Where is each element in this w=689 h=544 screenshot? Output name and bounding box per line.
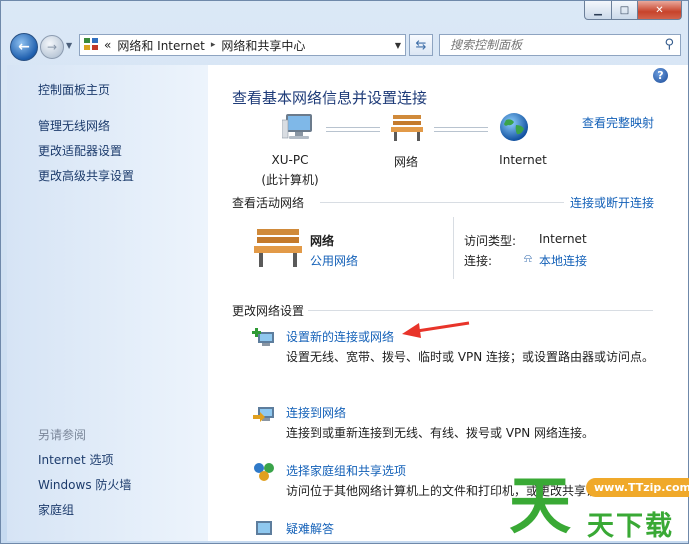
breadcrumb-separator[interactable]: ▸ <box>211 40 216 50</box>
maximize-button[interactable]: □ <box>612 1 638 20</box>
task-new-connection-link[interactable]: 设置新的连接或网络 <box>286 328 394 345</box>
change-settings-rule <box>308 310 653 311</box>
bench-network-large-icon <box>254 229 302 267</box>
network-type-link[interactable]: 公用网络 <box>310 252 358 269</box>
see-also-internet-options[interactable]: Internet 选项 <box>38 451 113 468</box>
troubleshoot-icon <box>256 521 272 535</box>
left-pane: 控制面板主页 管理无线网络 更改适配器设置 更改高级共享设置 另请参阅 Inte… <box>7 65 208 541</box>
see-also-homegroup[interactable]: 家庭组 <box>38 501 74 518</box>
main-pane: ? 查看基本网络信息并设置连接 查看完整映射 XU-PC (此计算机) 网络 I… <box>208 65 688 541</box>
active-network-name: 网络 <box>310 234 335 248</box>
navigation-bar: ← → ▼ « 网络和 Internet ▸ 网络和共享中心 ▼ ⇆ ⚲ <box>1 31 688 63</box>
control-panel-icon <box>84 38 100 52</box>
page-title: 查看基本网络信息并设置连接 <box>232 89 428 107</box>
connections-label: 连接: <box>464 254 493 268</box>
watermark-logo: 天 <box>509 469 572 542</box>
breadcrumb-overflow[interactable]: « <box>104 38 111 52</box>
computer-icon <box>282 114 312 139</box>
internet-globe-icon <box>500 113 528 141</box>
caption-buttons: ▁ □ ✕ <box>584 1 682 20</box>
minimize-button[interactable]: ▁ <box>584 1 612 20</box>
search-icon[interactable]: ⚲ <box>664 37 674 52</box>
bench-network-icon <box>391 115 423 141</box>
task-homegroup-link[interactable]: 选择家庭组和共享选项 <box>286 462 406 479</box>
search-input[interactable] <box>448 37 652 53</box>
connection-line-1 <box>326 127 380 132</box>
window: ▁ □ ✕ ← → ▼ « 网络和 Internet ▸ 网络和共享中心 ▼ ⇆… <box>0 0 689 544</box>
network-node-label: 网络 <box>393 155 418 169</box>
active-networks-header: 查看活动网络 <box>232 196 305 210</box>
watermark-brand: 天下载 <box>587 511 674 542</box>
sidebar-item-manage-wireless[interactable]: 管理无线网络 <box>38 117 110 134</box>
task-troubleshoot-link[interactable]: 疑难解答 <box>286 520 334 537</box>
computer-sub-label: (此计算机) <box>261 173 319 187</box>
connect-network-icon <box>253 407 274 422</box>
watermark-url: www.TTzip.com <box>586 478 689 497</box>
task-new-connection-desc: 设置无线、宽带、拨号、临时或 VPN 连接；或设置路由器或访问点。 <box>286 350 655 364</box>
help-icon[interactable]: ? <box>653 68 668 83</box>
search-box[interactable]: ⚲ <box>439 34 681 56</box>
internet-node-label: Internet <box>499 153 547 167</box>
breadcrumb-network-sharing-center[interactable]: 网络和共享中心 <box>221 37 305 54</box>
sidebar-item-adapter-settings[interactable]: 更改适配器设置 <box>38 142 122 159</box>
change-settings-header: 更改网络设置 <box>232 304 305 318</box>
active-networks-rule <box>320 202 564 203</box>
breadcrumb-network-internet[interactable]: 网络和 Internet <box>117 37 204 54</box>
recent-pages-dropdown-icon[interactable]: ▼ <box>66 41 72 50</box>
address-bar[interactable]: « 网络和 Internet ▸ 网络和共享中心 ▼ <box>79 34 406 56</box>
full-map-link[interactable]: 查看完整映射 <box>582 114 654 131</box>
address-dropdown-icon[interactable]: ▼ <box>395 41 401 50</box>
local-connection-link[interactable]: 本地连接 <box>539 252 587 269</box>
new-connection-icon <box>252 328 274 346</box>
task-connect-network-desc: 连接到或重新连接到无线、有线、拨号或 VPN 网络连接。 <box>286 426 595 440</box>
local-connection-icon: ⍾ <box>524 251 532 265</box>
annotation-arrow <box>402 321 470 338</box>
access-type-label: 访问类型: <box>464 234 517 248</box>
access-type-value: Internet <box>539 232 587 246</box>
refresh-button[interactable]: ⇆ <box>409 34 433 56</box>
homegroup-icon <box>254 463 274 481</box>
back-button[interactable]: ← <box>10 33 38 61</box>
connect-disconnect-link[interactable]: 连接或断开连接 <box>570 194 654 211</box>
computer-name-label: XU-PC <box>271 153 309 167</box>
control-panel-home-link[interactable]: 控制面板主页 <box>38 81 110 98</box>
see-also-windows-firewall[interactable]: Windows 防火墙 <box>38 476 131 493</box>
sidebar-item-advanced-sharing[interactable]: 更改高级共享设置 <box>38 167 134 184</box>
connection-line-2 <box>434 127 488 132</box>
active-network-divider <box>453 217 454 279</box>
close-button[interactable]: ✕ <box>638 1 682 20</box>
forward-button[interactable]: → <box>40 35 64 59</box>
see-also-header: 另请参阅 <box>38 428 87 442</box>
task-connect-network-link[interactable]: 连接到网络 <box>286 404 346 421</box>
